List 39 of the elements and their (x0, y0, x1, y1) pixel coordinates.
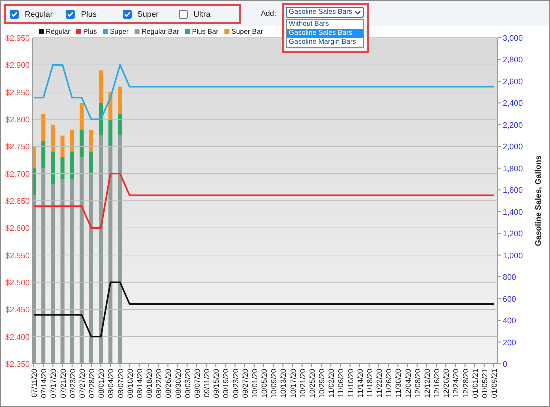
caret-icon (355, 10, 362, 14)
price-tick-label: $2.700 (6, 170, 30, 179)
gallons-tick-label: 200 (503, 338, 516, 348)
checkbox-label: Regular (25, 10, 54, 18)
gallons-tick-label: 1,000 (503, 251, 524, 260)
price-tick-label: $2.600 (6, 224, 30, 234)
gallons-tick-label: 2,400 (503, 99, 524, 108)
gallons-tick-label: 2,200 (503, 120, 524, 130)
price-tick-label: $2.450 (6, 306, 30, 315)
price-tick-label: $2.750 (6, 142, 30, 152)
gallons-tick-label: 600 (503, 294, 516, 304)
gallons-tick-label: 1,400 (503, 208, 524, 217)
checkbox-label: Plus (81, 10, 97, 18)
gallons-tick-label: 0 (503, 360, 508, 369)
axis-title: Gasoline Sales, Gallons (534, 156, 543, 246)
gallons-tick-label: 1,600 (503, 186, 524, 196)
gallons-tick-label: 400 (503, 316, 516, 326)
gallons-tick-label: 3,000 (503, 34, 524, 43)
price-tick-label: $2.500 (6, 278, 30, 288)
gallons-tick-label: 2,600 (503, 77, 524, 86)
price-tick-label: $2.350 (6, 360, 30, 369)
price-tick-label: $2.650 (6, 197, 30, 206)
checkbox-label: Ultra (194, 10, 211, 18)
checkbox[interactable] (178, 10, 188, 18)
price-tick-label: $2.800 (6, 116, 30, 124)
gallons-tick-label: 2,000 (503, 142, 524, 152)
checkbox[interactable] (122, 10, 132, 18)
gallons-tick-label: 800 (503, 273, 516, 282)
checkbox[interactable] (10, 10, 19, 18)
gallons-tick-label: 1,800 (503, 164, 524, 174)
checkbox-label: Super (138, 10, 159, 18)
price-tick-label: $2.950 (6, 34, 30, 43)
checkbox[interactable] (66, 10, 76, 18)
price-tick-label: $2.850 (6, 88, 30, 98)
price-tick-label: $2.400 (6, 332, 30, 342)
gallons-tick-label: 2,800 (503, 56, 524, 65)
price-tick-label: $2.900 (6, 61, 30, 70)
price-tick-label: $2.550 (6, 251, 30, 260)
gallons-tick-label: 1,200 (503, 230, 524, 239)
